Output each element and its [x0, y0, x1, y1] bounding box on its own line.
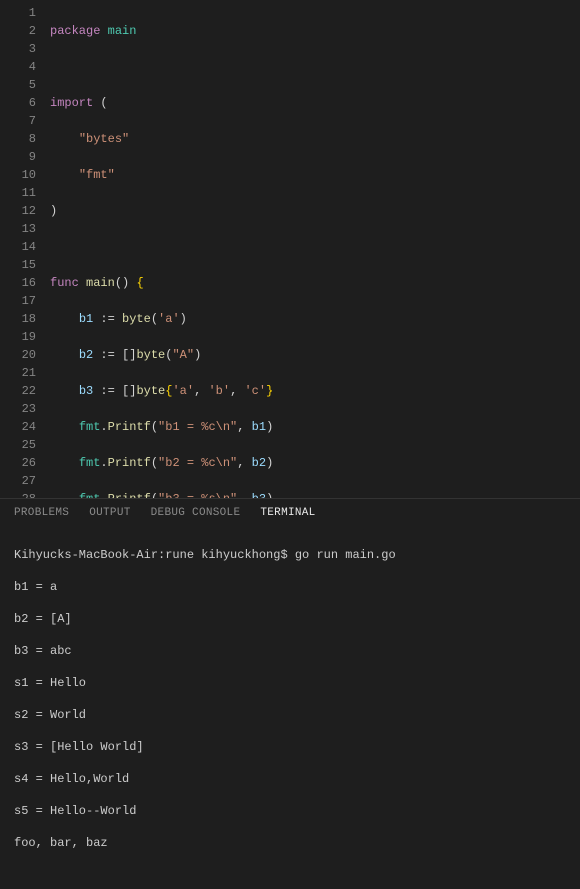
- line-number: 18: [0, 310, 36, 328]
- tab-problems[interactable]: PROBLEMS: [14, 507, 69, 519]
- line-number: 10: [0, 166, 36, 184]
- code-line[interactable]: b1 := byte('a'): [50, 310, 580, 328]
- line-number: 26: [0, 454, 36, 472]
- line-number: 2: [0, 22, 36, 40]
- line-number: 7: [0, 112, 36, 130]
- line-number: 5: [0, 76, 36, 94]
- line-number: 22: [0, 382, 36, 400]
- tab-debug-console[interactable]: DEBUG CONSOLE: [151, 507, 241, 519]
- line-number: 14: [0, 238, 36, 256]
- terminal-line: s5 = Hello--World: [14, 803, 566, 819]
- code-line[interactable]: fmt.Printf("b3 = %s\n", b3): [50, 490, 580, 498]
- line-number: 23: [0, 400, 36, 418]
- code-line[interactable]: fmt.Printf("b1 = %c\n", b1): [50, 418, 580, 436]
- code-line[interactable]: ): [50, 202, 580, 220]
- line-number: 17: [0, 292, 36, 310]
- terminal-line: s3 = [Hello World]: [14, 739, 566, 755]
- code-line[interactable]: b3 := []byte{'a', 'b', 'c'}: [50, 382, 580, 400]
- code-line[interactable]: import (: [50, 94, 580, 112]
- line-number: 28: [0, 490, 36, 498]
- terminal-line: b3 = abc: [14, 643, 566, 659]
- code-line[interactable]: fmt.Printf("b2 = %c\n", b2): [50, 454, 580, 472]
- code-line[interactable]: func main() {: [50, 274, 580, 292]
- bottom-panel: PROBLEMS OUTPUT DEBUG CONSOLE TERMINAL K…: [0, 498, 580, 687]
- terminal-line: b2 = [A]: [14, 611, 566, 627]
- line-number: 15: [0, 256, 36, 274]
- line-number: 24: [0, 418, 36, 436]
- code-editor[interactable]: 1 2 3 4 5 6 7 8 9 10 11 12 13 14 15 16 1…: [0, 0, 580, 498]
- code-line[interactable]: package main: [50, 22, 580, 40]
- code-content[interactable]: package main import ( "bytes" "fmt" ) fu…: [50, 0, 580, 498]
- tab-terminal[interactable]: TERMINAL: [260, 507, 315, 519]
- code-line[interactable]: [50, 58, 580, 76]
- terminal-output[interactable]: Kihyucks-MacBook-Air:rune kihyuckhong$ g…: [0, 525, 580, 889]
- terminal-line: foo, bar, baz: [14, 835, 566, 851]
- line-number: 21: [0, 364, 36, 382]
- code-line[interactable]: [50, 238, 580, 256]
- line-number: 4: [0, 58, 36, 76]
- terminal-line: b1 = a: [14, 579, 566, 595]
- code-line[interactable]: "bytes": [50, 130, 580, 148]
- line-number: 12: [0, 202, 36, 220]
- line-number: 6: [0, 94, 36, 112]
- terminal-line: s1 = Hello: [14, 675, 566, 691]
- line-number: 8: [0, 130, 36, 148]
- line-number: 19: [0, 328, 36, 346]
- code-line[interactable]: "fmt": [50, 166, 580, 184]
- line-number-gutter: 1 2 3 4 5 6 7 8 9 10 11 12 13 14 15 16 1…: [0, 0, 50, 498]
- line-number: 11: [0, 184, 36, 202]
- line-number: 20: [0, 346, 36, 364]
- line-number: 16: [0, 274, 36, 292]
- terminal-line: s4 = Hello,World: [14, 771, 566, 787]
- line-number: 1: [0, 4, 36, 22]
- line-number: 13: [0, 220, 36, 238]
- terminal-line: Kihyucks-MacBook-Air:rune kihyuckhong$ g…: [14, 547, 566, 563]
- line-number: 25: [0, 436, 36, 454]
- panel-tabs: PROBLEMS OUTPUT DEBUG CONSOLE TERMINAL: [0, 499, 580, 525]
- line-number: 9: [0, 148, 36, 166]
- line-number: 27: [0, 472, 36, 490]
- tab-output[interactable]: OUTPUT: [89, 507, 130, 519]
- terminal-line: s2 = World: [14, 707, 566, 723]
- line-number: 3: [0, 40, 36, 58]
- code-line[interactable]: b2 := []byte("A"): [50, 346, 580, 364]
